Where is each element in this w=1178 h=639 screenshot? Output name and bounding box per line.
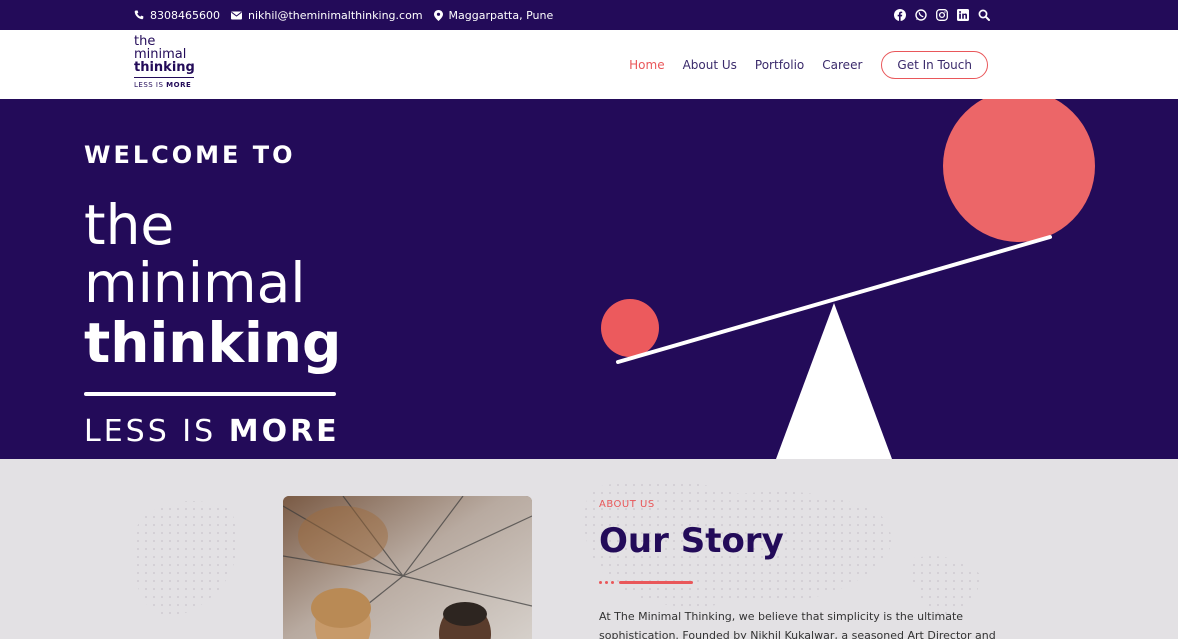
hero-tagline-bold: MORE: [228, 414, 340, 449]
top-contact-bar: 8308465600 nikhil@theminimalthinking.com…: [0, 0, 1178, 30]
phone-contact[interactable]: 8308465600: [134, 9, 220, 22]
contact-info: 8308465600 nikhil@theminimalthinking.com…: [134, 0, 564, 30]
hero-underline: [84, 392, 336, 396]
instagram-icon[interactable]: [936, 9, 948, 21]
location-text: Maggarpatta, Pune: [448, 8, 554, 22]
hero-welcome: WELCOME TO: [84, 141, 296, 169]
phone-number: 8308465600: [150, 8, 220, 22]
hero-tagline-light: LESS IS: [84, 414, 229, 449]
logo-rule: [134, 77, 194, 78]
about-eyebrow: ABOUT US: [599, 499, 655, 510]
get-in-touch-button[interactable]: Get In Touch: [881, 51, 988, 79]
email-contact[interactable]: nikhil@theminimalthinking.com: [231, 9, 423, 22]
logo-tagline-light: LESS IS: [134, 81, 167, 89]
about-body-text: At The Minimal Thinking, we believe that…: [599, 610, 996, 639]
envelope-icon: [231, 11, 242, 19]
nav-career[interactable]: Career: [822, 58, 862, 72]
main-nav: Home About Us Portfolio Career Get In To…: [629, 51, 988, 79]
hero-minimal: minimal: [84, 251, 306, 315]
hero-thinking: thinking: [84, 311, 342, 375]
seesaw-fulcrum: [776, 303, 892, 459]
nav-about-us[interactable]: About Us: [683, 58, 737, 72]
site-header: the minimal thinking LESS IS MORE Home A…: [0, 30, 1178, 99]
phone-icon: [134, 10, 144, 20]
logo-line-thinking: thinking: [134, 60, 195, 75]
logo-tagline: LESS IS MORE: [134, 81, 195, 89]
logo-tagline-bold: MORE: [166, 81, 192, 89]
location-contact: Maggarpatta, Pune: [433, 8, 554, 22]
hero-banner: WELCOME TO the minimal thinking LESS IS …: [0, 99, 1178, 459]
team-photo-image: [283, 496, 532, 639]
facebook-icon[interactable]: [894, 9, 906, 21]
email-address: nikhil@theminimalthinking.com: [248, 8, 423, 22]
site-logo[interactable]: the minimal thinking LESS IS MORE: [134, 35, 195, 89]
hero-tagline: LESS IS MORE: [84, 414, 340, 449]
linkedin-icon[interactable]: [957, 9, 969, 21]
whatsapp-icon[interactable]: [915, 9, 927, 21]
nav-home[interactable]: Home: [629, 58, 664, 72]
title-divider: [599, 581, 693, 584]
seesaw-illustration: [601, 99, 1095, 459]
large-coral-circle: [943, 99, 1095, 242]
social-links: [885, 0, 990, 30]
team-photo: [283, 496, 532, 639]
about-section: ABOUT US Our Story At The Minimal Thinki…: [0, 459, 1178, 639]
search-icon[interactable]: [978, 9, 990, 21]
map-pin-icon: [433, 9, 443, 21]
nav-portfolio[interactable]: Portfolio: [755, 58, 804, 72]
about-title: Our Story: [599, 521, 784, 561]
small-coral-circle: [601, 299, 659, 357]
hero-the: the: [84, 193, 175, 257]
